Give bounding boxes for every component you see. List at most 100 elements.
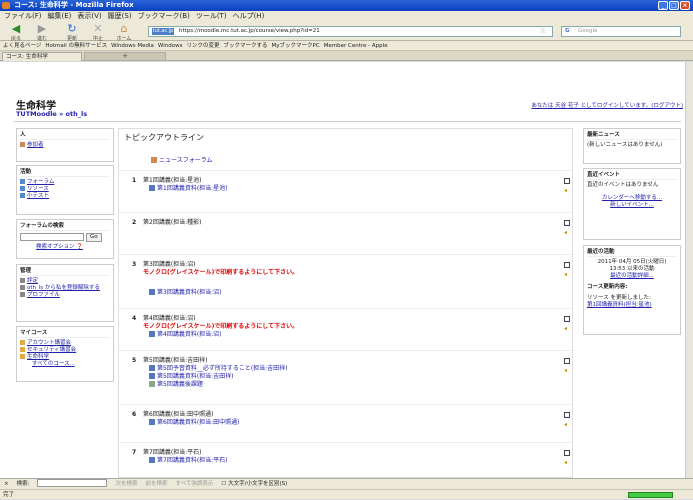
highlight-icon[interactable]: ◂ [564,421,567,429]
resource-icon [20,186,25,191]
course-link[interactable]: アカウント講習会 [20,340,110,347]
vertical-scrollbar[interactable] [685,62,693,478]
menu-history[interactable]: 履歴(S) [108,11,132,21]
reload-icon: ↻ [67,22,77,35]
bookmark-item[interactable]: よく見るページ [3,41,41,50]
advanced-search-link[interactable]: 検索オプション ❓ [36,244,110,251]
collapse-box[interactable] [564,316,570,322]
full-activity-link[interactable]: 最近の活動詳細... [587,273,677,280]
breadcrumb[interactable]: TUTMoodle » oth_ls [16,110,87,118]
resource-link[interactable]: 第7回講義資料(担当:平石) [157,457,228,464]
resource-link[interactable]: 第1回講義資料(担当:星池) [157,185,228,192]
forum-search-input[interactable] [20,233,84,241]
close-find-icon[interactable]: × [4,479,9,489]
url-bar[interactable]: tut.ac.jp https://moodle.mc.tut.ac.jp/co… [148,26,553,37]
menu-file[interactable]: ファイル(F) [4,11,42,21]
bookmark-item[interactable]: リンクの変更 [186,41,219,50]
stop-button[interactable]: ✕ 中止 [86,22,110,43]
menu-view[interactable]: 表示(V) [77,11,101,21]
back-button[interactable]: ◀ 戻る [4,23,28,43]
highlight-icon[interactable]: ◂ [564,229,567,237]
highlight-icon[interactable]: ◂ [564,325,567,333]
collapse-box[interactable] [564,262,570,268]
window-titlebar: コース: 生命科学 - Mozilla Firefox _ □ × [0,0,693,11]
new-tab-button[interactable]: + [84,52,166,61]
news-forum-link[interactable]: ニュースフォーラム [159,157,213,164]
highlight-icon[interactable]: ◂ [564,271,567,279]
resource-link[interactable]: 第5回予習資料__必ず所持すること(担当:吉田祥) [157,365,288,372]
match-case-checkbox[interactable]: ☐ 大文字/小文字を区別(S) [221,479,287,489]
resource-link[interactable]: 第4回講義資料(担当:沼) [157,331,222,338]
resource-link[interactable]: リソース [20,186,110,193]
topic-section: 1 第1回講義(担当:星池) 第1回講義資料(担当:星池) ◂ [119,173,572,213]
find-next-button[interactable]: 次を検索 [115,479,137,489]
resource-link[interactable]: 第5回講義資料(担当:吉田祥) [157,373,234,380]
collapse-box[interactable] [564,412,570,418]
course-link[interactable]: 生命科学 [20,354,110,361]
forum-link[interactable]: フォーラム [20,179,110,186]
highlight-icon[interactable]: ◂ [564,459,567,467]
topic-section: 7 第7回講義(担当:平石) 第7回講義資料(担当:平石) ◂ [119,445,572,477]
tab-course[interactable]: コース: 生命科学 [2,52,82,61]
assignment-link[interactable]: 第5回講義後課題 [157,381,203,388]
calendar-link[interactable]: カレンダーへ移動する... [587,195,677,202]
bookmark-item[interactable]: Windows Media [111,41,154,50]
bookmark-item[interactable]: Member Centre - Apple [324,41,388,50]
bookmark-item[interactable]: MyブックマークPC [272,41,320,50]
menu-bookmarks[interactable]: ブックマーク(B) [138,11,190,21]
menu-tools[interactable]: ツール(T) [196,11,227,21]
close-window-button[interactable]: × [680,1,690,10]
resource-link[interactable]: 第3回講義資料(担当:沼) [157,289,222,296]
forum-icon [20,179,25,184]
search-box[interactable]: G Google [561,26,681,37]
topic-section: 5 第5回講義(担当:吉田祥) 第5回予習資料__必ず所持すること(担当:吉田祥… [119,353,572,405]
collapse-box[interactable] [564,450,570,456]
bookmark-star-icon[interactable]: ☆ [540,27,546,36]
bookmark-item[interactable]: ブックマークする [224,41,268,50]
resource-icon [149,331,155,337]
menu-help[interactable]: ヘルプ(H) [233,11,265,21]
participants-link[interactable]: 参加者 [20,142,110,149]
stop-icon: ✕ [93,22,103,35]
quiz-link[interactable]: 小テスト [20,193,110,200]
find-input[interactable] [37,479,108,487]
reload-button[interactable]: ↻ 更新 [60,22,84,43]
help-icon[interactable]: ❓ [76,244,83,250]
profile-link[interactable]: プロファイル [20,292,110,299]
course-link[interactable]: セキュリティ講習会 [20,347,110,354]
collapse-box[interactable] [564,178,570,184]
login-info[interactable]: あなたは 天谷 花子 としてログインしています。(ログアウト) [531,101,683,109]
forward-button[interactable]: ▶ 進む [30,23,54,43]
resource-icon [149,373,155,379]
collapse-box[interactable] [564,358,570,364]
activity-date: 2011年 04月 05日(火曜日) [597,259,667,265]
activity-time: 13:53 以来の活動 [609,266,655,272]
menu-edit[interactable]: 編集(E) [48,11,72,21]
highlight-icon[interactable]: ◂ [564,367,567,375]
minimize-button[interactable]: _ [658,1,668,10]
course-icon [20,340,25,345]
home-button[interactable]: ⌂ ホーム [112,23,136,43]
resource-icon [149,365,155,371]
go-button[interactable]: Go [86,233,102,242]
block-title: フォーラムの検索 [20,222,110,231]
unenrol-link[interactable]: oth_ls から私を登録解除する [20,285,110,292]
google-icon: G [565,28,570,34]
site-identity-badge[interactable]: tut.ac.jp [152,28,174,35]
new-event-link[interactable]: 新しいイベント... [587,202,677,209]
course-icon [20,347,25,352]
forum-search-block: フォーラムの検索 Go 検索オプション ❓ [16,219,114,259]
bookmark-item[interactable]: Windows [158,41,183,50]
upcoming-events-block: 直近イベント 直近のイベントはありません カレンダーへ移動する... 新しいイベ… [583,168,681,240]
highlight-icon[interactable]: ◂ [564,187,567,195]
highlight-all-button[interactable]: すべて強調表示 [176,479,214,489]
grades-link[interactable]: 評定 [20,278,110,285]
updated-resource-link[interactable]: 第1回講義資料(担当:星池) [587,302,677,309]
resource-link[interactable]: 第6回講義資料(担当:田中照通) [157,419,240,426]
navigation-toolbar: ◀ 戻る ▶ 進む ↻ 更新 ✕ 中止 ⌂ ホーム tut.ac.jp https://m… [0,21,693,43]
find-prev-button[interactable]: 前を検索 [145,479,167,489]
maximize-button[interactable]: □ [669,1,679,10]
all-courses-link[interactable]: すべてのコース... [32,361,110,368]
collapse-box[interactable] [564,220,570,226]
bookmark-item[interactable]: Hotmail の無料サービス [45,41,107,50]
